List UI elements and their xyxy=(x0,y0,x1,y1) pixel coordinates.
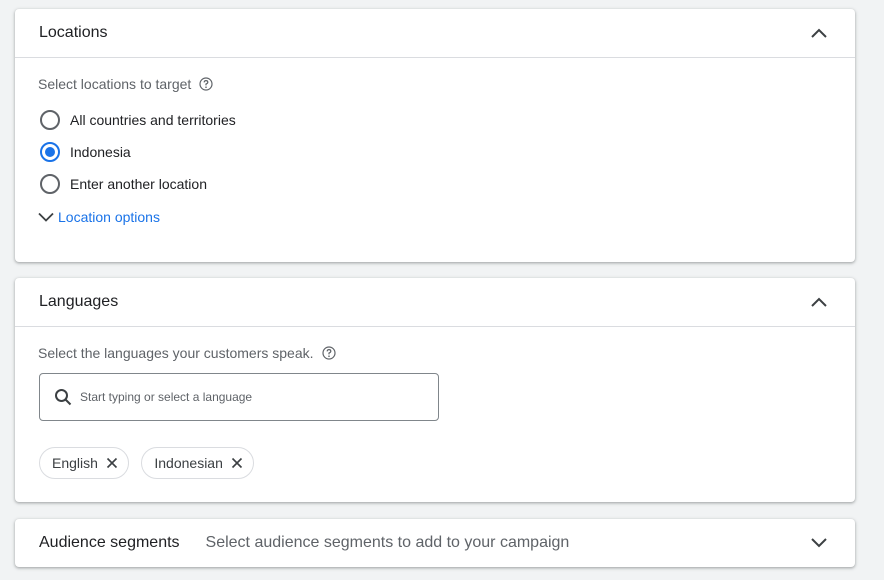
radio-indonesia[interactable]: Indonesia xyxy=(38,136,831,168)
chevron-down-icon[interactable] xyxy=(807,531,831,555)
chip-label: Indonesian xyxy=(154,455,223,471)
chip-english: English xyxy=(39,447,129,479)
languages-title: Languages xyxy=(39,293,119,310)
language-chips: English Indonesian xyxy=(39,447,831,479)
languages-prompt: Select the languages your customers spea… xyxy=(38,345,314,361)
language-search-input[interactable] xyxy=(80,374,438,420)
locations-prompt: Select locations to target xyxy=(38,76,192,92)
help-circle-icon[interactable] xyxy=(199,77,213,91)
chevron-down-icon xyxy=(38,212,54,222)
help-circle-icon[interactable] xyxy=(321,346,336,360)
radio-label: All countries and territories xyxy=(70,112,236,128)
audience-title: Audience segments xyxy=(39,534,180,551)
chevron-up-icon[interactable] xyxy=(807,21,831,45)
languages-prompt-row: Select the languages your customers spea… xyxy=(38,345,831,361)
locations-card: Locations Select locations to target All… xyxy=(15,9,855,262)
locations-header[interactable]: Locations xyxy=(15,9,855,57)
audience-header[interactable]: Audience segments Select audience segmen… xyxy=(15,519,855,567)
language-search-box[interactable] xyxy=(39,373,439,421)
audience-card[interactable]: Audience segments Select audience segmen… xyxy=(15,519,855,567)
locations-prompt-row: Select locations to target xyxy=(38,76,831,92)
chevron-up-icon[interactable] xyxy=(807,290,831,314)
close-icon[interactable] xyxy=(106,457,118,469)
languages-card: Languages Select the languages your cust… xyxy=(15,278,855,502)
radio-button[interactable] xyxy=(40,110,60,130)
radio-label: Enter another location xyxy=(70,176,207,192)
languages-header[interactable]: Languages xyxy=(15,278,855,326)
location-options-toggle[interactable]: Location options xyxy=(38,209,831,225)
chip-label: English xyxy=(52,455,98,471)
search-icon xyxy=(54,388,72,406)
chip-indonesian: Indonesian xyxy=(141,447,254,479)
locations-title: Locations xyxy=(39,24,108,41)
close-icon[interactable] xyxy=(231,457,243,469)
radio-label: Indonesia xyxy=(70,144,131,160)
audience-subtitle: Select audience segments to add to your … xyxy=(205,534,570,551)
radio-button[interactable] xyxy=(40,174,60,194)
radio-another-location[interactable]: Enter another location xyxy=(38,168,831,200)
location-options-link[interactable]: Location options xyxy=(58,209,160,225)
radio-button-selected[interactable] xyxy=(40,142,60,162)
radio-all-countries[interactable]: All countries and territories xyxy=(38,104,831,136)
